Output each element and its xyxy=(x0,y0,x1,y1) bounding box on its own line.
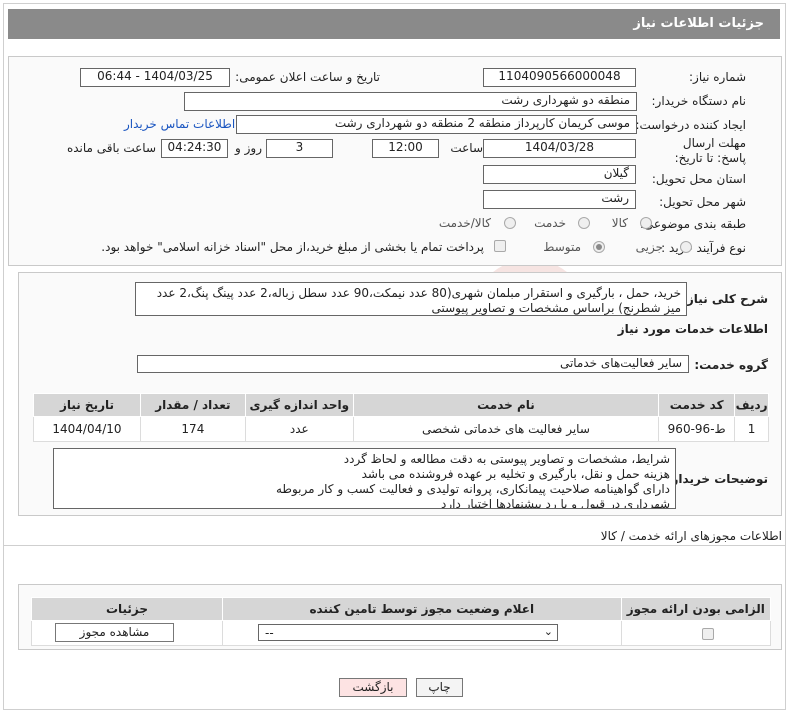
cell-row: 1 xyxy=(734,416,769,442)
services-title: اطلاعات خدمات مورد نیاز xyxy=(617,322,768,336)
col-code: کد خدمت xyxy=(658,393,736,417)
service-group-field: سایر فعالیت‌های خدماتی xyxy=(137,355,689,373)
buyer-notes-label: توضیحات خریدار: xyxy=(666,472,768,486)
cell-name: سایر فعالیت های خدماتی شخصی xyxy=(352,416,660,442)
category-label: طبقه بندی موضوعی: xyxy=(639,217,746,231)
col-name: نام خدمت xyxy=(352,393,660,417)
col-unit: واحد اندازه گیری xyxy=(244,393,354,417)
back-button[interactable]: بازگشت xyxy=(339,678,407,697)
cell-date: 1404/04/10 xyxy=(33,416,141,442)
category-radio-goods[interactable] xyxy=(640,217,652,229)
process-label: نوع فرآیند خرید : xyxy=(661,241,746,255)
services-table: ردیف کد خدمت نام خدمت واحد اندازه گیری ت… xyxy=(33,393,769,442)
col-permit-status: اعلام وضعیت مجوز توسط تامین کننده xyxy=(222,597,622,621)
category-option-both: کالا/خدمت xyxy=(438,216,491,230)
page-title: جزئیات اطلاعات نیاز xyxy=(633,16,764,31)
chevron-down-icon: ⌄ xyxy=(543,625,553,638)
need-number-label: شماره نیاز: xyxy=(689,70,746,84)
table-row: 1 ط-96-960 سایر فعالیت های خدماتی شخصی ع… xyxy=(33,416,769,442)
process-option-medium: متوسط xyxy=(543,240,581,254)
col-row: ردیف xyxy=(734,393,769,417)
category-option-goods: کالا xyxy=(611,216,628,230)
permits-divider xyxy=(3,545,785,546)
col-date: تاریخ نیاز xyxy=(33,393,141,417)
remaining-label: ساعت باقی مانده xyxy=(66,141,156,155)
treasury-checkbox[interactable] xyxy=(494,240,506,252)
treasury-note: پرداخت تمام یا بخشی از مبلغ خرید،از محل … xyxy=(101,240,484,254)
page-header: جزئیات اطلاعات نیاز xyxy=(8,9,780,39)
process-radio-minor[interactable] xyxy=(680,241,692,253)
province-label: استان محل تحویل: xyxy=(651,172,746,186)
city-label: شهر محل تحویل: xyxy=(659,195,746,209)
time-label: ساعت xyxy=(450,141,483,155)
buyer-org-field: منطقه دو شهرداری رشت xyxy=(184,92,637,111)
col-permit-details: جزئیات xyxy=(31,597,223,621)
category-radio-both[interactable] xyxy=(504,217,516,229)
cell-unit: عدد xyxy=(244,416,354,442)
col-qty: تعداد / مقدار xyxy=(139,393,246,417)
announce-field: 1404/03/25 - 06:44 xyxy=(80,68,230,87)
city-field: رشت xyxy=(483,190,636,209)
permit-required-cell xyxy=(620,620,772,646)
province-field: گیلان xyxy=(483,165,636,184)
process-option-minor: جزیی xyxy=(635,240,663,254)
summary-text: خرید، حمل ، بارگیری و استقرار مبلمان شهر… xyxy=(135,282,687,316)
category-radio-service[interactable] xyxy=(578,217,590,229)
permit-status-value: -- xyxy=(265,626,274,640)
remaining-time-field: 04:24:30 xyxy=(161,139,228,158)
creator-field: موسی کریمان کارپرداز منطقه 2 منطقه دو شه… xyxy=(236,115,637,134)
buyer-contact-link[interactable]: اطلاعات تماس خریدار xyxy=(124,117,235,131)
deadline-label: مهلت ارسال پاسخ: تا تاریخ: xyxy=(674,136,746,165)
announce-label: تاریخ و ساعت اعلان عمومی: xyxy=(235,70,380,84)
summary-label: شرح کلی نیاز: xyxy=(682,292,768,306)
service-group-label: گروه خدمت: xyxy=(694,358,768,372)
deadline-time-field: 12:00 xyxy=(372,139,439,158)
days-label: روز و xyxy=(235,141,262,155)
buyer-notes-text: شرایط، مشخصات و تصاویر پیوستی به دقت مطا… xyxy=(53,448,676,509)
cell-qty: 174 xyxy=(139,416,246,442)
process-radio-medium[interactable] xyxy=(593,241,605,253)
permits-title: اطلاعات مجوزهای ارائه خدمت / کالا xyxy=(600,529,782,543)
cell-code: ط-96-960 xyxy=(658,416,736,442)
days-field: 3 xyxy=(266,139,333,158)
print-button[interactable]: چاپ xyxy=(416,678,463,697)
permit-status-select[interactable]: -- ⌄ xyxy=(258,624,558,641)
need-number-field: 1104090566000048 xyxy=(483,68,636,87)
category-option-service: خدمت xyxy=(534,216,566,230)
permit-required-checkbox xyxy=(702,627,714,640)
col-permit-required: الزامی بودن ارائه مجوز xyxy=(620,597,772,621)
buyer-org-label: نام دستگاه خریدار: xyxy=(651,94,747,108)
deadline-date-field: 1404/03/28 xyxy=(483,139,636,158)
creator-label: ایجاد کننده درخواست: xyxy=(635,118,746,132)
view-permit-button[interactable]: مشاهده مجوز xyxy=(55,623,174,642)
